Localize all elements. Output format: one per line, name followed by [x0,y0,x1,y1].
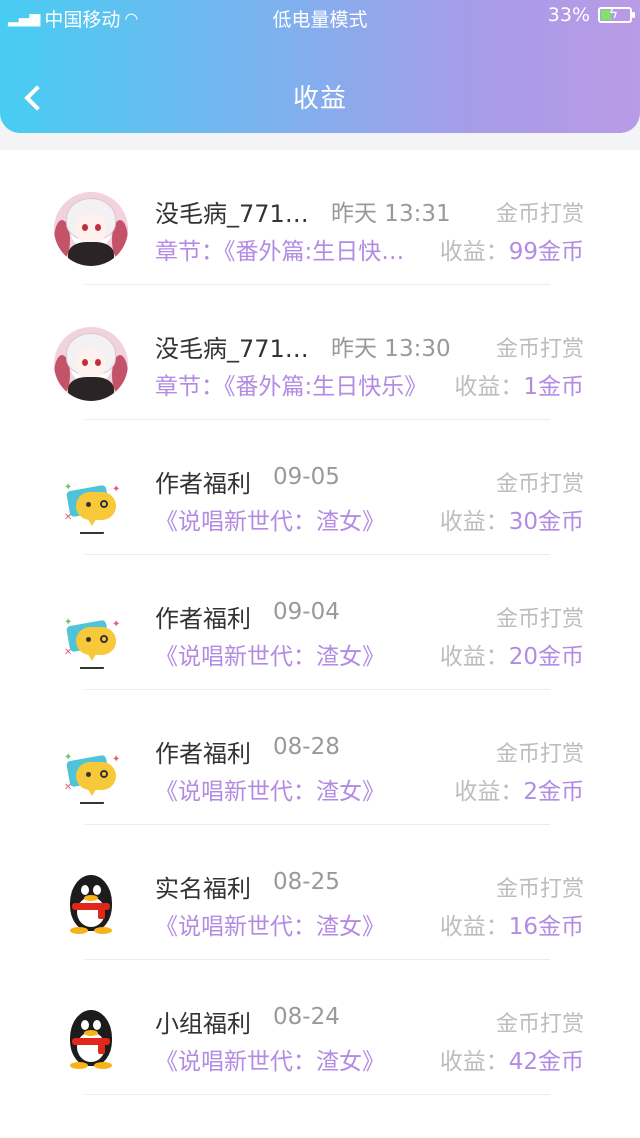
income-amount: 2金币 [523,779,584,805]
item-time: 08-24 [273,1004,340,1030]
item-name: 没毛病_771… [155,200,309,228]
nav-bar: 收益 [0,60,640,132]
item-name: 作者福利 [155,470,251,498]
item-name: 没毛病_771… [155,335,309,363]
charging-bolt-icon: ϟ [609,6,619,22]
penguin-avatar [54,1002,128,1076]
item-income: 收益：16金币 [440,907,584,941]
page-title: 收益 [292,84,347,114]
item-name: 小组福利 [155,1010,251,1038]
income-label: 收益： [439,239,509,265]
list-item[interactable]: 小组福利 08-24 金币打赏《说唱新世代：渣女》 收益：42金币 [0,960,640,1095]
income-amount: 42金币 [508,1049,584,1075]
item-subtitle: 《说唱新世代：渣女》 [155,779,385,805]
income-label: 收益： [454,374,524,400]
list-item[interactable]: 没毛病_771… 昨天 13:31 金币打赏章节：《番外篇:生日快… 收益：99金币 [0,150,640,285]
income-label: 收益： [454,779,524,805]
item-type: 金币打赏 [495,1012,584,1037]
item-time: 昨天 13:30 [331,336,451,362]
item-subtitle: 《说唱新世代：渣女》 [155,509,385,535]
penguin-avatar [54,867,128,941]
battery-icon: ϟ [598,6,635,23]
item-time: 08-25 [273,869,340,895]
item-time: 昨天 13:31 [331,201,451,227]
income-label: 收益： [439,509,509,535]
item-income: 收益：42金币 [440,1042,584,1076]
income-list: 没毛病_771… 昨天 13:31 金币打赏 章节：《番外篇:生日快… 收益：99金币没… [0,150,640,1138]
low-power-mode-label: 低电量模式 [272,9,368,31]
income-label: 收益： [439,914,509,940]
battery-percent: 33% [547,4,590,26]
anime-avatar [54,192,128,266]
item-time: 09-05 [273,464,340,490]
status-right: 33% ϟ [547,4,635,26]
item-type: 金币打赏 [495,472,584,497]
income-label: 收益： [439,644,509,670]
income-amount: 20金币 [508,644,584,670]
item-type: 金币打赏 [495,202,584,227]
item-time: 08-28 [273,734,340,760]
list-item[interactable]: ✦ ✦ ✕ 作者福利 08-28 金币打赏《说唱新世代：渣女》 收益：2金币 [0,690,640,825]
item-subtitle: 《说唱新世代：渣女》 [155,914,385,940]
item-income: 收益：30金币 [440,502,584,536]
chat-bubble-avatar: ✦ ✦ ✕ [54,732,128,806]
list-item[interactable]: 实名福利 08-25 金币打赏《说唱新世代：渣女》 收益：16金币 [0,825,640,960]
income-amount: 16金币 [508,914,584,940]
income-amount: 30金币 [508,509,584,535]
item-subtitle: 章节：《番外篇:生日快… [155,239,405,265]
item-name: 实名福利 [155,875,251,903]
anime-avatar [54,327,128,401]
chat-bubble-avatar: ✦ ✦ ✕ [54,462,128,536]
status-bar: ▂▄▆ 中国移动 ◠ 低电量模式 33% ϟ [0,0,640,32]
item-name: 作者福利 [155,740,251,768]
income-amount: 1金币 [523,374,584,400]
item-income: 收益：99金币 [440,232,584,266]
list-item[interactable]: ✦ ✦ ✕ 作者福利 09-04 金币打赏《说唱新世代：渣女》 收益：20金币 [0,555,640,690]
list-item[interactable]: 没毛病_771… 昨天 13:30 金币打赏章节：《番外篇:生日快乐》 收益：1金币 [0,285,640,420]
item-income: 收益：2金币 [454,772,584,806]
header: ▂▄▆ 中国移动 ◠ 低电量模式 33% ϟ 收益 [0,0,640,133]
item-subtitle: 《说唱新世代：渣女》 [155,644,385,670]
income-amount: 99金币 [508,239,584,265]
item-time: 09-04 [273,599,340,625]
item-type: 金币打赏 [495,877,584,902]
item-type: 金币打赏 [495,337,584,362]
income-label: 收益： [439,1049,509,1075]
item-income: 收益：20金币 [440,637,584,671]
item-subtitle: 章节：《番外篇:生日快乐》 [155,374,428,400]
chat-bubble-avatar: ✦ ✦ ✕ [54,597,128,671]
item-name: 作者福利 [155,605,251,633]
item-subtitle: 《说唱新世代：渣女》 [155,1049,385,1075]
row-divider [85,1094,550,1095]
item-type: 金币打赏 [495,742,584,767]
item-type: 金币打赏 [495,607,584,632]
item-income: 收益：1金币 [454,367,584,401]
list-item[interactable]: ✦ ✦ ✕ 作者福利 09-05 金币打赏《说唱新世代：渣女》 收益：30金币 [0,420,640,555]
